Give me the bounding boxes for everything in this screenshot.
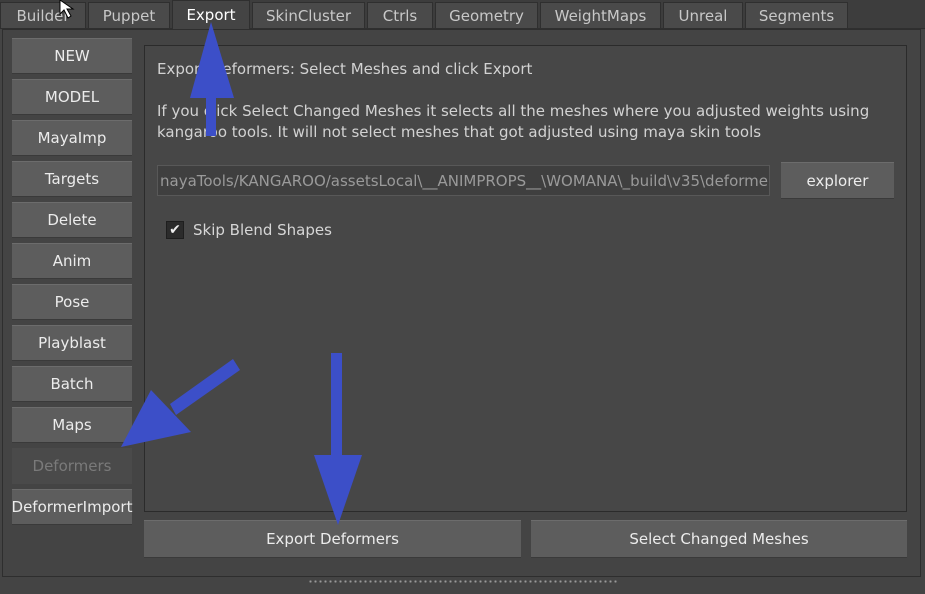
tab-label: Ctrls	[382, 7, 418, 25]
tab-builder[interactable]: Builder	[0, 2, 86, 29]
tab-export[interactable]: Export	[172, 0, 250, 29]
tab-label: Builder	[16, 7, 70, 25]
tab-geometry[interactable]: Geometry	[435, 2, 538, 29]
new-button[interactable]: NEW	[12, 38, 132, 74]
mayaimp-button[interactable]: MayaImp	[12, 120, 132, 156]
path-text: nayaTools/KANGAROO/assetsLocal\__ANIMPRO…	[160, 171, 770, 190]
export-deformers-button[interactable]: Export Deformers	[144, 520, 521, 558]
explorer-button[interactable]: explorer	[781, 162, 894, 199]
tab-unreal[interactable]: Unreal	[663, 2, 743, 29]
model-button[interactable]: MODEL	[12, 79, 132, 115]
deformers-path-field[interactable]: nayaTools/KANGAROO/assetsLocal\__ANIMPRO…	[157, 165, 770, 196]
targets-button[interactable]: Targets	[12, 161, 132, 197]
maps-button[interactable]: Maps	[12, 407, 132, 443]
delete-button[interactable]: Delete	[12, 202, 132, 238]
playblast-button[interactable]: Playblast	[12, 325, 132, 361]
deformers-button: Deformers	[12, 448, 132, 484]
tab-skincluster[interactable]: SkinCluster	[252, 2, 365, 29]
tab-label: Geometry	[449, 7, 524, 25]
batch-button[interactable]: Batch	[12, 366, 132, 402]
tab-label: Segments	[758, 7, 835, 25]
resize-grip[interactable]	[308, 580, 618, 583]
check-icon: ✔	[169, 222, 181, 238]
tab-segments[interactable]: Segments	[745, 2, 848, 29]
panel-description: If you click Select Changed Meshes it se…	[157, 102, 870, 141]
tab-ctrls[interactable]: Ctrls	[367, 2, 433, 29]
select-changed-meshes-button[interactable]: Select Changed Meshes	[531, 520, 907, 558]
skip-blend-shapes-checkbox[interactable]: ✔	[166, 221, 184, 239]
skip-blend-shapes-label: Skip Blend Shapes	[193, 221, 332, 239]
tab-label: SkinCluster	[265, 7, 352, 25]
tab-puppet[interactable]: Puppet	[88, 2, 170, 29]
anim-button[interactable]: Anim	[12, 243, 132, 279]
pose-button[interactable]: Pose	[12, 284, 132, 320]
tab-label: Export	[186, 6, 236, 24]
tab-label: Puppet	[102, 7, 156, 25]
tab-bar: Builder Puppet Export SkinCluster Ctrls …	[0, 0, 925, 29]
tab-label: WeightMaps	[554, 7, 647, 25]
panel-title: Export Deformers: Select Meshes and clic…	[157, 60, 533, 78]
tab-weightmaps[interactable]: WeightMaps	[540, 2, 661, 29]
deformerimport-button[interactable]: DeformerImport	[12, 489, 132, 525]
tab-label: Unreal	[678, 7, 728, 25]
